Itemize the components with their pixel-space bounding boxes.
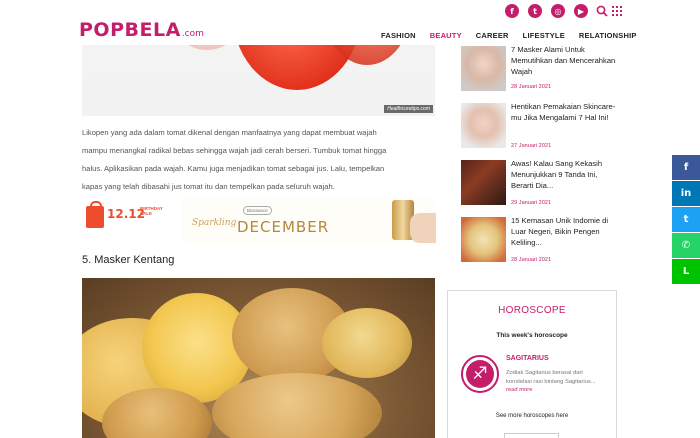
search-icon[interactable] xyxy=(596,5,608,17)
horoscope-widget: HOROSCOPE This week's horoscope ♐ SAGITA… xyxy=(447,290,617,438)
ad-hand-image xyxy=(410,213,436,243)
paragraph-line: mampu menangkal radikal bebas sehingga w… xyxy=(82,146,387,155)
article-title[interactable]: Awas! Kalau Sang Kekasih Menunjukkan 9 T… xyxy=(511,158,621,191)
sign-description: Zodiak Sagitarius berasal dari konstelas… xyxy=(506,369,606,395)
sign-name[interactable]: SAGITARIUS xyxy=(506,355,549,362)
list-item[interactable]: Hentikan Pemakaian Skincare-mu Jika Meng… xyxy=(461,101,621,158)
read-more-link[interactable]: read more xyxy=(506,387,532,393)
logo-text: POPBELA xyxy=(79,19,181,41)
site-header: POPBELA.com f t ◎ ▶ FASHION BEAUTY CAREE… xyxy=(0,0,700,45)
line-icon[interactable]: L xyxy=(672,259,700,284)
related-articles: 7 Masker Alami Untuk Memutihkan dan Menc… xyxy=(461,44,621,272)
menu-grid-icon[interactable] xyxy=(612,6,622,16)
facebook-icon[interactable]: f xyxy=(672,155,700,180)
ad-sale-text: BIRTHDAY SALE xyxy=(140,206,163,216)
shopping-bag-icon xyxy=(86,201,104,228)
logo-suffix: .com xyxy=(181,29,204,39)
nav-career[interactable]: CAREER xyxy=(476,31,509,40)
article-title[interactable]: Hentikan Pemakaian Skincare-mu Jika Meng… xyxy=(511,101,621,123)
article-date: 27 Januari 2021 xyxy=(511,143,552,149)
horoscope-subtitle: This week's horoscope xyxy=(496,332,568,339)
twitter-icon[interactable]: t xyxy=(528,4,542,18)
article-date: 29 Januari 2021 xyxy=(511,200,552,206)
potato-image xyxy=(82,278,435,438)
instagram-icon[interactable]: ◎ xyxy=(551,4,565,18)
page: POPBELA.com f t ◎ ▶ FASHION BEAUTY CAREE… xyxy=(0,0,700,438)
list-item[interactable]: 7 Masker Alami Untuk Memutihkan dan Menc… xyxy=(461,44,621,101)
list-item[interactable]: 15 Kemasan Unik Indomie di Luar Negeri, … xyxy=(461,215,621,272)
article-paragraph: Likopen yang ada dalam tomat dikenal den… xyxy=(82,124,437,196)
paragraph-line: halus. Aplikasikan pada wajah. Kamu juga… xyxy=(82,164,385,173)
article-title[interactable]: 7 Masker Alami Untuk Memutihkan dan Menc… xyxy=(511,44,621,77)
ad-shopee-block: 12.12 BIRTHDAY SALE xyxy=(82,198,182,243)
ad-december: DECEMBER xyxy=(237,218,330,236)
nav-relationship[interactable]: RELATIONSHIP xyxy=(579,31,637,40)
nav-fashion[interactable]: FASHION xyxy=(381,31,416,40)
whatsapp-icon[interactable]: ✆ xyxy=(672,233,700,258)
list-item[interactable]: Awas! Kalau Sang Kekasih Menunjukkan 9 T… xyxy=(461,158,621,215)
horoscope-title: HOROSCOPE xyxy=(498,305,566,316)
sign-desc-text: Zodiak Sagitarius berasal dari konstelas… xyxy=(506,370,596,385)
nav-lifestyle[interactable]: LIFESTYLE xyxy=(523,31,565,40)
facebook-icon[interactable]: f xyxy=(505,4,519,18)
ad-sparkling: Sparkling xyxy=(192,218,237,228)
article-title[interactable]: 15 Kemasan Unik Indomie di Luar Negeri, … xyxy=(511,215,621,248)
article-thumbnail[interactable] xyxy=(461,46,506,91)
see-more-horoscopes[interactable]: See more horoscopes here xyxy=(448,413,616,419)
horoscope-select[interactable] xyxy=(504,433,559,438)
section-title: 5. Masker Kentang xyxy=(82,254,175,266)
ad-brand: Biossance xyxy=(243,206,272,215)
nav-beauty[interactable]: BEAUTY xyxy=(430,31,462,40)
sagittarius-icon[interactable]: ♐ xyxy=(461,355,499,393)
paragraph-line: Likopen yang ada dalam tomat dikenal den… xyxy=(82,128,377,137)
main-nav: FASHION BEAUTY CAREER LIFESTYLE RELATION… xyxy=(381,31,651,40)
twitter-icon[interactable]: t xyxy=(672,207,700,232)
article-thumbnail[interactable] xyxy=(461,217,506,262)
site-logo[interactable]: POPBELA.com xyxy=(79,19,204,41)
youtube-icon[interactable]: ▶ xyxy=(574,4,588,18)
sign-glyph: ♐ xyxy=(466,360,494,388)
share-bar: f in t ✆ L xyxy=(672,155,700,285)
article-date: 28 Januari 2021 xyxy=(511,84,552,90)
linkedin-icon[interactable]: in xyxy=(672,181,700,206)
article-thumbnail[interactable] xyxy=(461,160,506,205)
social-links: f t ◎ ▶ xyxy=(505,4,588,18)
article-thumbnail[interactable] xyxy=(461,103,506,148)
paragraph-line: kapas yang telah dibasahi jus tomat itu … xyxy=(82,182,335,191)
image-credit: Healthcuretips.com xyxy=(384,105,433,113)
article-date: 28 Januari 2021 xyxy=(511,257,552,263)
ad-banner[interactable]: 12.12 BIRTHDAY SALE Biossance Sparkling … xyxy=(82,198,436,243)
